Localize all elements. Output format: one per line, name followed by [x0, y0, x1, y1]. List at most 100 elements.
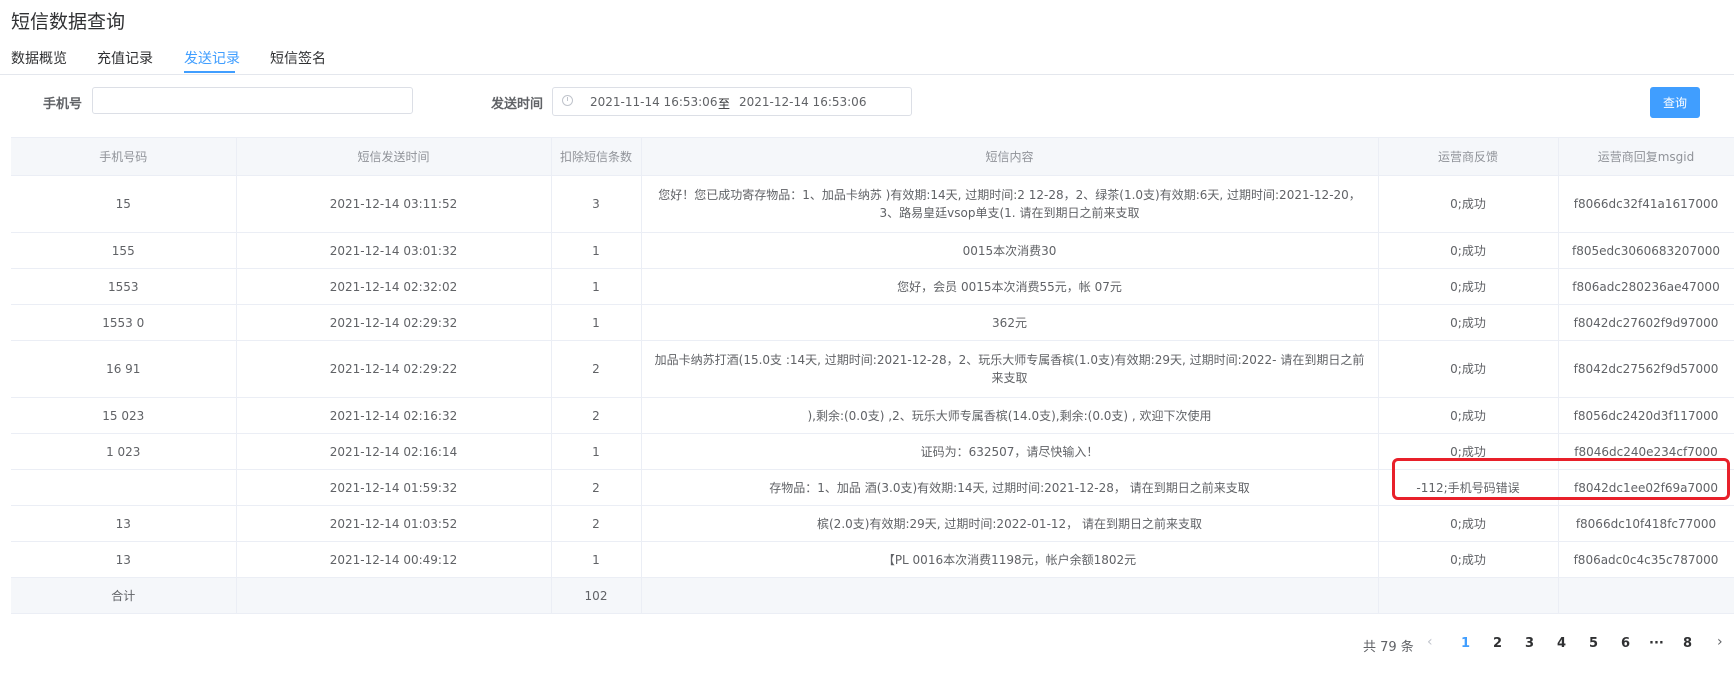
cell-content: 证码为：632507，请尽快输入！ — [641, 433, 1379, 470]
chevron-left-icon[interactable]: ‹ — [1427, 634, 1433, 650]
range-end[interactable]: 2021-12-14 16:53:06 — [739, 95, 866, 109]
cell-send-time: 2021-12-14 02:32:02 — [236, 268, 552, 305]
phone-label: 手机号 — [43, 97, 83, 112]
page-title: 短信数据查询 — [11, 11, 126, 33]
cell-count: 2 — [551, 469, 642, 506]
table-row[interactable]: 15 2021-12-14 03:11:52 3 您好！您已成功寄存物品：1、加品卡纳… — [11, 175, 1734, 233]
tab-recharge-records[interactable]: 充值记录 — [97, 48, 153, 68]
column-header-feedback[interactable]: 运营商反馈 — [1378, 138, 1559, 176]
page-ellipsis[interactable]: ··· — [1649, 636, 1664, 651]
active-tab-indicator — [184, 71, 235, 73]
tab-overview[interactable]: 数据概览 — [11, 48, 67, 68]
clock-icon — [562, 95, 573, 106]
pagination-total: 共 79 条 — [1363, 640, 1414, 655]
cell-phone — [11, 469, 237, 506]
cell-count: 2 — [551, 397, 642, 434]
column-header-count[interactable]: 扣除短信条数 — [551, 138, 642, 176]
table-row[interactable]: 155 2021-12-14 03:01:32 1 0015本次消费30 0;成功 f80… — [11, 232, 1734, 269]
cell-count: 1 — [551, 232, 642, 269]
cell-phone: 15 023 — [11, 397, 237, 434]
cell-msgid: f805edc3060683207000 — [1558, 232, 1734, 269]
query-button[interactable]: 查询 — [1650, 87, 1700, 118]
table-row[interactable]: 13 2021-12-14 01:03:52 2 槟(2.0支)有效期:29天, 过期… — [11, 505, 1734, 542]
page-button-5[interactable]: 5 — [1589, 636, 1598, 651]
cell-send-time: 2021-12-14 01:03:52 — [236, 505, 552, 542]
cell-content: 362元 — [641, 304, 1379, 341]
cell-feedback: 0;成功 — [1378, 505, 1559, 542]
table-row[interactable]: 1553 0 2021-12-14 02:29:32 1 362元 0;成功 f8042d… — [11, 304, 1734, 341]
column-header-content[interactable]: 短信内容 — [641, 138, 1379, 176]
page-button-4[interactable]: 4 — [1557, 636, 1566, 651]
cell-content: 加品卡纳苏打酒(15.0支 :14天, 过期时间:2021-12-28，2、玩乐… — [641, 340, 1379, 398]
cell-phone: 15 — [11, 175, 237, 233]
phone-input[interactable] — [92, 87, 413, 114]
cell-msgid: f8046dc240e234cf7000 — [1558, 433, 1734, 470]
cell-count: 3 — [551, 175, 642, 233]
table-header-row: 手机号码 短信发送时间 扣除短信条数 短信内容 运营商反馈 运营商回复msgid — [11, 138, 1734, 176]
summary-empty-cell — [1558, 577, 1734, 614]
cell-phone: 1553 — [11, 268, 237, 305]
page-button-3[interactable]: 3 — [1525, 636, 1534, 651]
table-row[interactable]: 16 91 2021-12-14 02:29:22 2 加品卡纳苏打酒(15.0支 :… — [11, 340, 1734, 398]
summary-empty-cell — [1378, 577, 1559, 614]
cell-msgid: f8066dc10f418fc77000 — [1558, 505, 1734, 542]
page-button-2[interactable]: 2 — [1493, 636, 1502, 651]
tab-send-records[interactable]: 发送记录 — [184, 48, 240, 68]
page-button-1[interactable]: 1 — [1461, 636, 1470, 651]
table-row[interactable]: 13 2021-12-14 00:49:12 1 【PL 0016本次消费1198元，… — [11, 541, 1734, 578]
range-start[interactable]: 2021-11-14 16:53:06 — [590, 95, 717, 109]
cell-msgid: f8042dc27602f9d97000 — [1558, 304, 1734, 341]
cell-feedback: 0;成功 — [1378, 433, 1559, 470]
cell-phone: 1553 0 — [11, 304, 237, 341]
cell-send-time: 2021-12-14 02:29:32 — [236, 304, 552, 341]
tab-bar: 数据概览 充值记录 发送记录 短信签名 — [0, 44, 1734, 75]
cell-send-time: 2021-12-14 03:01:32 — [236, 232, 552, 269]
cell-feedback: 0;成功 — [1378, 232, 1559, 269]
cell-phone: 13 — [11, 505, 237, 542]
cell-content: ),剩余:(0.0支) ,2、玩乐大师专属香槟(14.0支),剩余:(0.0支)… — [641, 397, 1379, 434]
column-header-msgid[interactable]: 运营商回复msgid — [1558, 138, 1734, 176]
cell-send-time: 2021-12-14 02:29:22 — [236, 340, 552, 398]
cell-count: 1 — [551, 304, 642, 341]
cell-send-time: 2021-12-14 00:49:12 — [236, 541, 552, 578]
cell-count: 1 — [551, 268, 642, 305]
cell-content: 0015本次消费30 — [641, 232, 1379, 269]
summary-label: 合计 — [11, 577, 237, 614]
cell-feedback: -112;手机号码错误 — [1378, 469, 1559, 506]
table-row[interactable]: 15 023 2021-12-14 02:16:32 2),剩余:(0.0支) ,2… — [11, 397, 1734, 434]
cell-content: 您好，会员 0015本次消费55元，帐 07元 — [641, 268, 1379, 305]
cell-send-time: 2021-12-14 02:16:14 — [236, 433, 552, 470]
cell-content: 槟(2.0支)有效期:29天, 过期时间:2022-01-12， 请在到期日之前… — [641, 505, 1379, 542]
column-header-phone[interactable]: 手机号码 — [11, 138, 237, 176]
date-range-picker[interactable]: 2021-11-14 16:53:06 至 2021-12-14 16:53:0… — [552, 87, 912, 116]
table-row[interactable]: 1 023 2021-12-14 02:16:14 1 证码为：632507，请尽快输… — [11, 433, 1734, 470]
cell-phone: 1 023 — [11, 433, 237, 470]
table-row[interactable]: 2021-12-14 01:59:32 2 存物品：1、加品 酒(3.0支)有效期:… — [11, 469, 1734, 506]
send-time-label: 发送时间 — [491, 97, 544, 112]
cell-feedback: 0;成功 — [1378, 304, 1559, 341]
column-header-send-time[interactable]: 短信发送时间 — [236, 138, 552, 176]
cell-content: 【PL 0016本次消费1198元，帐户余额1802元 — [641, 541, 1379, 578]
cell-count: 2 — [551, 340, 642, 398]
cell-content: 存物品：1、加品 酒(3.0支)有效期:14天, 过期时间:2021-12-28… — [641, 469, 1379, 506]
cell-count: 1 — [551, 541, 642, 578]
cell-feedback: 0;成功 — [1378, 175, 1559, 233]
cell-send-time: 2021-12-14 03:11:52 — [236, 175, 552, 233]
cell-send-time: 2021-12-14 02:16:32 — [236, 397, 552, 434]
cell-count: 2 — [551, 505, 642, 542]
range-separator: 至 — [718, 97, 731, 111]
cell-msgid: f806adc280236ae47000 — [1558, 268, 1734, 305]
page-button-8[interactable]: 8 — [1683, 636, 1692, 651]
chevron-right-icon[interactable]: › — [1717, 634, 1723, 650]
records-table: 手机号码 短信发送时间 扣除短信条数 短信内容 运营商反馈 运营商回复msgid… — [11, 137, 1734, 614]
cell-count: 1 — [551, 433, 642, 470]
summary-empty-cell — [236, 577, 552, 614]
table-row[interactable]: 1553 2021-12-14 02:32:02 1 您好，会员 0015本次消费55… — [11, 268, 1734, 305]
page-button-6[interactable]: 6 — [1621, 636, 1630, 651]
summary-count: 102 — [551, 577, 642, 614]
cell-phone: 16 91 — [11, 340, 237, 398]
tab-sms-signature[interactable]: 短信签名 — [270, 48, 326, 68]
cell-msgid: f8042dc27562f9d57000 — [1558, 340, 1734, 398]
cell-msgid: f8056dc2420d3f117000 — [1558, 397, 1734, 434]
cell-msgid: f806adc0c4c35c787000 — [1558, 541, 1734, 578]
